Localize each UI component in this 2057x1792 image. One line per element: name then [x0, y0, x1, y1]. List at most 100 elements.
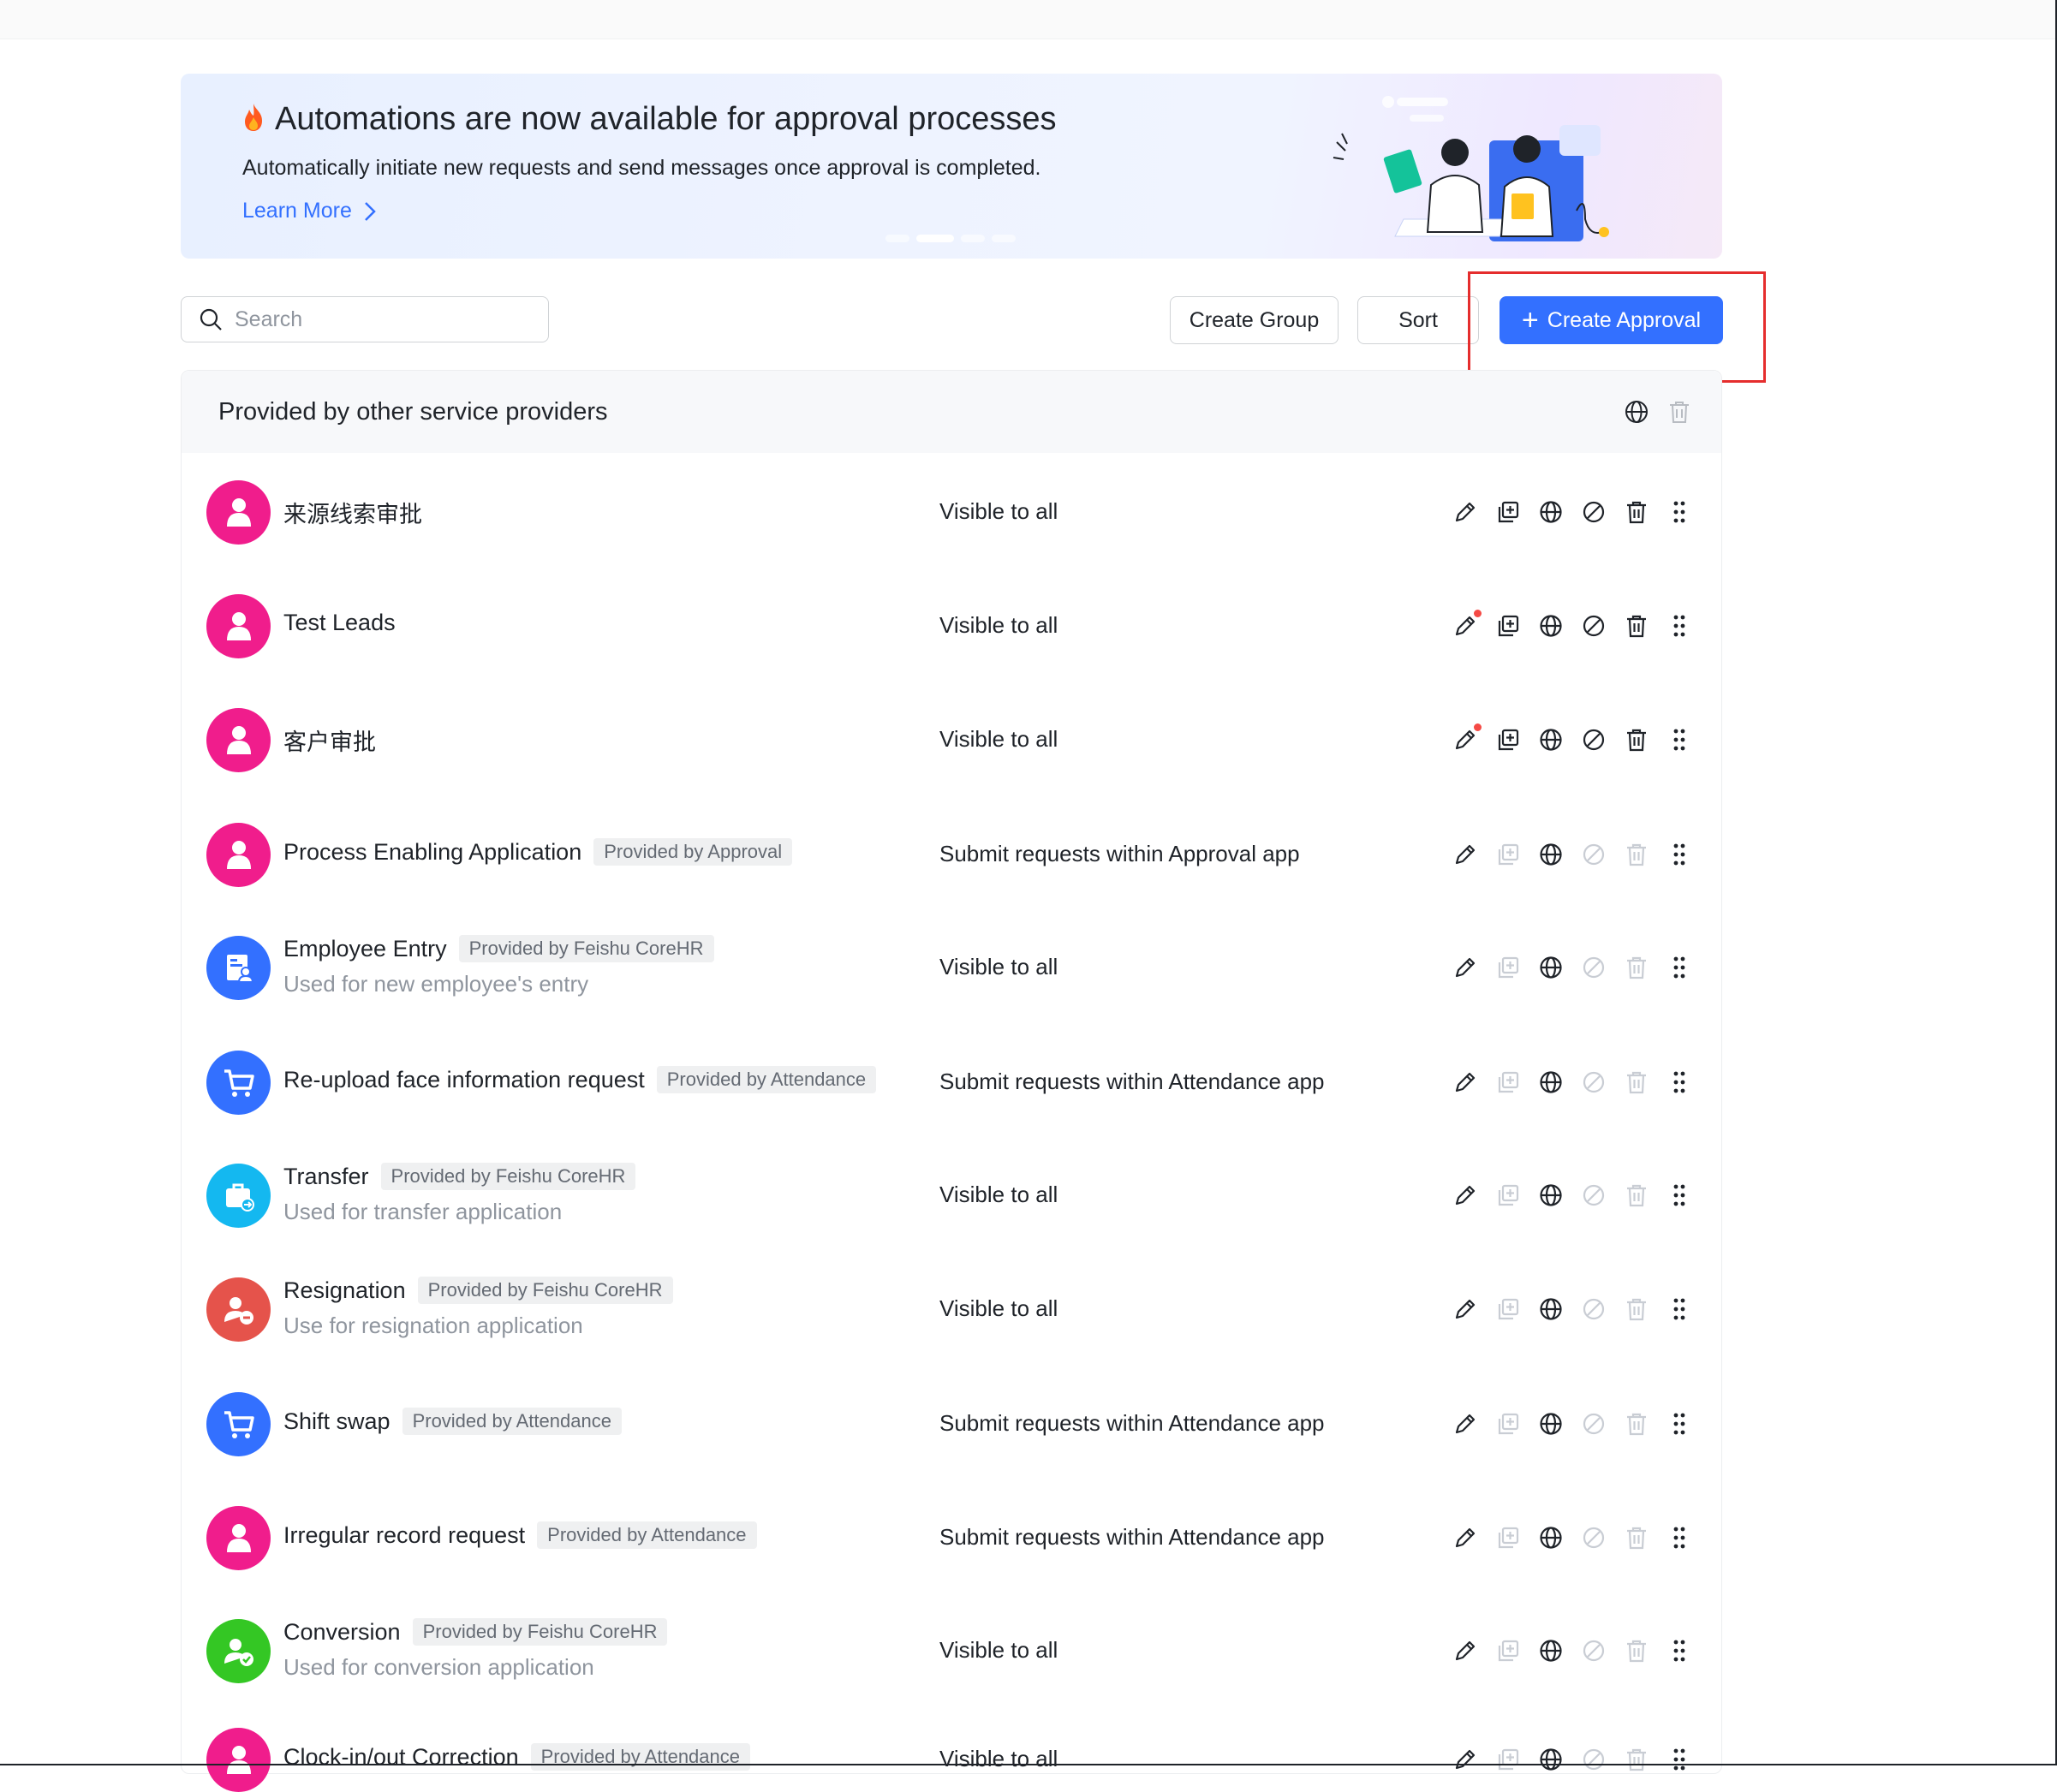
approval-name[interactable]: Transfer — [283, 1164, 369, 1190]
carousel-dot[interactable] — [992, 235, 1016, 242]
id-card-icon — [206, 936, 271, 1000]
notification-dot — [1474, 610, 1482, 617]
edit-icon[interactable] — [1451, 953, 1480, 982]
edit-icon[interactable] — [1451, 497, 1480, 527]
drag-handle-icon[interactable] — [1665, 725, 1694, 754]
highlight-annotation-box — [1468, 271, 1766, 383]
carousel-dot-active[interactable] — [916, 235, 954, 242]
drag-handle-icon[interactable] — [1665, 1295, 1694, 1324]
row-actions — [1451, 1745, 1694, 1774]
drag-handle-icon[interactable] — [1665, 1409, 1694, 1438]
globe-icon[interactable] — [1536, 840, 1565, 869]
edit-icon[interactable] — [1451, 1636, 1480, 1665]
approval-name[interactable]: Re-upload face information request — [283, 1067, 645, 1093]
visibility-text: Submit requests within Approval app — [939, 841, 1300, 866]
drag-handle-icon[interactable] — [1665, 1636, 1694, 1665]
approval-name-line: Irregular record request Provided by Atte… — [283, 1521, 757, 1549]
drag-handle-icon[interactable] — [1665, 497, 1694, 527]
drag-handle-icon[interactable] — [1665, 1523, 1694, 1552]
drag-handle-icon[interactable] — [1665, 611, 1694, 640]
edit-icon[interactable] — [1451, 1523, 1480, 1552]
drag-handle-icon[interactable] — [1665, 1068, 1694, 1097]
disable-icon — [1579, 1409, 1608, 1438]
copy-icon[interactable] — [1494, 725, 1523, 754]
learn-more-link[interactable]: Learn More — [242, 199, 376, 223]
globe-icon[interactable] — [1623, 398, 1650, 426]
visibility-text: Visible to all — [939, 1637, 1058, 1663]
globe-icon[interactable] — [1536, 725, 1565, 754]
globe-icon[interactable] — [1536, 611, 1565, 640]
row-actions — [1451, 1636, 1694, 1665]
approval-name[interactable]: 客户审批 — [283, 723, 376, 757]
globe-icon[interactable] — [1536, 1068, 1565, 1097]
copy-icon[interactable] — [1494, 611, 1523, 640]
carousel-dot[interactable] — [885, 235, 909, 242]
create-group-button[interactable]: Create Group — [1170, 296, 1339, 344]
carousel-dots — [885, 235, 1016, 242]
visibility-text: Visible to all — [939, 1295, 1058, 1321]
edit-icon[interactable] — [1451, 1745, 1480, 1774]
sort-button[interactable]: Sort — [1357, 296, 1479, 344]
globe-icon[interactable] — [1536, 1523, 1565, 1552]
search-input[interactable]: Search — [181, 296, 549, 342]
approval-name[interactable]: Employee Entry — [283, 936, 447, 962]
banner-subtitle: Automatically initiate new requests and … — [242, 156, 1041, 180]
edit-icon[interactable] — [1451, 840, 1480, 869]
approval-name[interactable]: 来源线索审批 — [283, 496, 422, 529]
approval-name[interactable]: Process Enabling Application — [283, 839, 581, 866]
visibility-text: Submit requests within Attendance app — [939, 1524, 1325, 1550]
approval-name-line: Transfer Provided by Feishu CoreHR — [283, 1163, 636, 1190]
globe-icon[interactable] — [1536, 497, 1565, 527]
copy-icon — [1494, 1636, 1523, 1665]
edit-icon[interactable] — [1451, 723, 1482, 754]
approval-name-line: Resignation Provided by Feishu CoreHR — [283, 1277, 673, 1304]
fire-icon — [241, 102, 266, 138]
approval-name-line: 客户审批 — [283, 723, 376, 757]
person-minus-icon — [206, 1277, 271, 1342]
edit-icon[interactable] — [1451, 610, 1482, 640]
disable-icon[interactable] — [1579, 497, 1608, 527]
trash-icon[interactable] — [1622, 725, 1651, 754]
approval-name[interactable]: Test Leads — [283, 610, 396, 636]
row-actions — [1451, 723, 1694, 754]
edit-icon[interactable] — [1451, 1181, 1480, 1210]
drag-handle-icon[interactable] — [1665, 953, 1694, 982]
drag-handle-icon[interactable] — [1665, 840, 1694, 869]
disable-icon[interactable] — [1579, 725, 1608, 754]
approval-name[interactable]: Clock-in/out Correction — [283, 1744, 519, 1771]
trash-icon — [1622, 1068, 1651, 1097]
disable-icon[interactable] — [1579, 611, 1608, 640]
disable-icon — [1579, 1068, 1608, 1097]
approval-name[interactable]: Irregular record request — [283, 1522, 525, 1549]
globe-icon[interactable] — [1536, 1409, 1565, 1438]
approval-name[interactable]: Conversion — [283, 1619, 401, 1646]
person-icon — [206, 1728, 271, 1792]
disable-icon — [1579, 1523, 1608, 1552]
trash-icon[interactable] — [1622, 611, 1651, 640]
approval-group-card: Provided by other service providers 来源线索… — [181, 370, 1722, 1792]
drag-handle-icon[interactable] — [1665, 1181, 1694, 1210]
copy-icon[interactable] — [1494, 497, 1523, 527]
row-actions — [1451, 1181, 1694, 1210]
disable-icon — [1579, 1636, 1608, 1665]
trash-icon[interactable] — [1622, 497, 1651, 527]
provider-tag: Provided by Attendance — [656, 1066, 877, 1093]
edit-icon[interactable] — [1451, 1295, 1480, 1324]
globe-icon[interactable] — [1536, 1636, 1565, 1665]
promo-banner[interactable]: Automations are now available for approv… — [181, 74, 1722, 259]
globe-icon[interactable] — [1536, 953, 1565, 982]
row-actions — [1451, 1523, 1694, 1552]
approval-name[interactable]: Shift swap — [283, 1408, 391, 1435]
carousel-dot[interactable] — [961, 235, 985, 242]
edit-icon[interactable] — [1451, 1068, 1480, 1097]
edit-icon[interactable] — [1451, 1409, 1480, 1438]
trash-icon[interactable] — [1666, 398, 1693, 426]
approval-name[interactable]: Resignation — [283, 1277, 406, 1304]
globe-icon[interactable] — [1536, 1295, 1565, 1324]
trash-icon — [1622, 953, 1651, 982]
globe-icon[interactable] — [1536, 1745, 1565, 1774]
globe-icon[interactable] — [1536, 1181, 1565, 1210]
person-icon — [206, 823, 271, 887]
trash-icon — [1622, 840, 1651, 869]
drag-handle-icon[interactable] — [1665, 1745, 1694, 1774]
